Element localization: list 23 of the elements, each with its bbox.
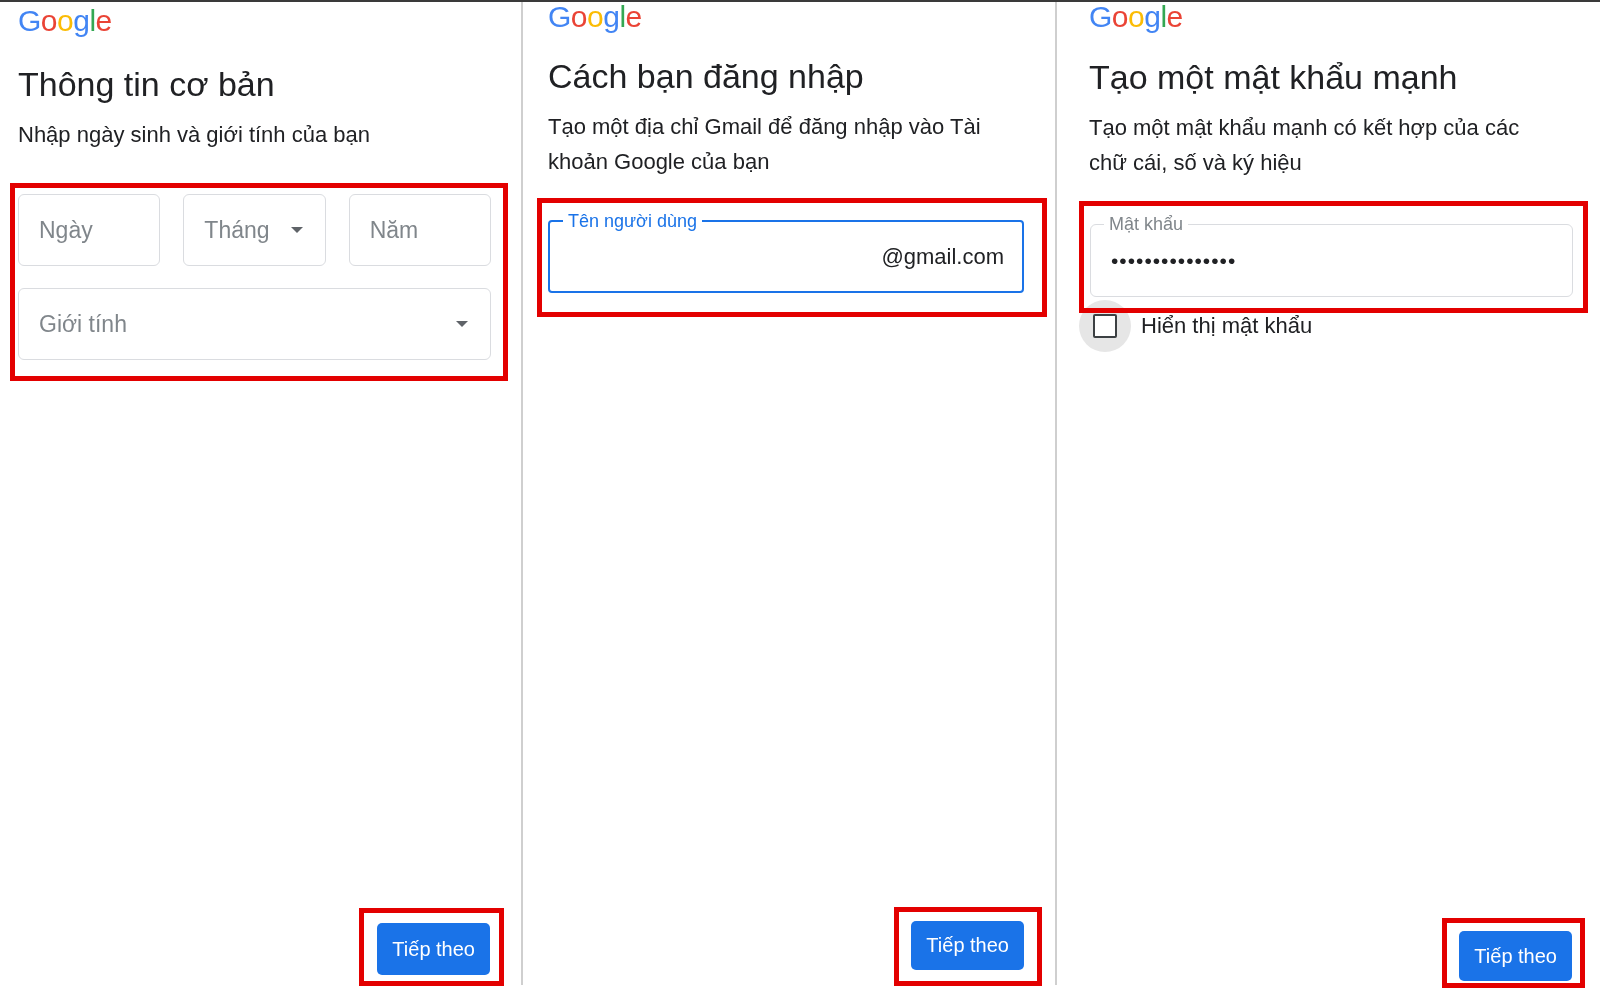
field-label: Tên người dùng bbox=[563, 211, 702, 231]
input-field[interactable]: Năm bbox=[348, 194, 491, 266]
select-dropdown[interactable]: Tháng bbox=[183, 194, 326, 266]
caret-icon bbox=[290, 227, 303, 233]
select-dropdown[interactable]: Giới tính bbox=[18, 288, 491, 360]
page-title: Cách bạn đăng nhập bbox=[548, 56, 864, 96]
page-subtitle: Tạo một mật khẩu mạnh có kết hợp của các chữ cái, số và ký hiệu bbox=[1089, 114, 1521, 177]
page-title: Thông tin cơ bản bbox=[18, 64, 275, 104]
password-value: ••••••••••••••• bbox=[1111, 248, 1237, 273]
next-button[interactable]: Tiếp theo bbox=[377, 923, 490, 975]
page-subtitle: Tạo một địa chỉ Gmail để đăng nhập vào Tài khoản Google của bạn bbox=[548, 113, 982, 176]
input-field[interactable]: Ngày bbox=[18, 194, 161, 266]
page-title: Tạo một mật khẩu mạnh bbox=[1089, 57, 1458, 97]
google-logo: Google bbox=[548, 2, 642, 32]
next-button[interactable]: Tiếp theo bbox=[1459, 931, 1572, 981]
field-label: Mật khẩu bbox=[1104, 214, 1189, 234]
next-button[interactable]: Tiếp theo bbox=[911, 921, 1024, 970]
checkbox-label: Hiển thị mật khẩu bbox=[1141, 313, 1313, 339]
caret-icon bbox=[456, 321, 468, 327]
google-logo: Google bbox=[1089, 2, 1183, 32]
google-logo: Google bbox=[18, 6, 112, 36]
email-suffix: @gmail.com bbox=[881, 243, 1004, 270]
page-subtitle: Nhập ngày sinh và giới tính của bạn bbox=[18, 121, 370, 149]
